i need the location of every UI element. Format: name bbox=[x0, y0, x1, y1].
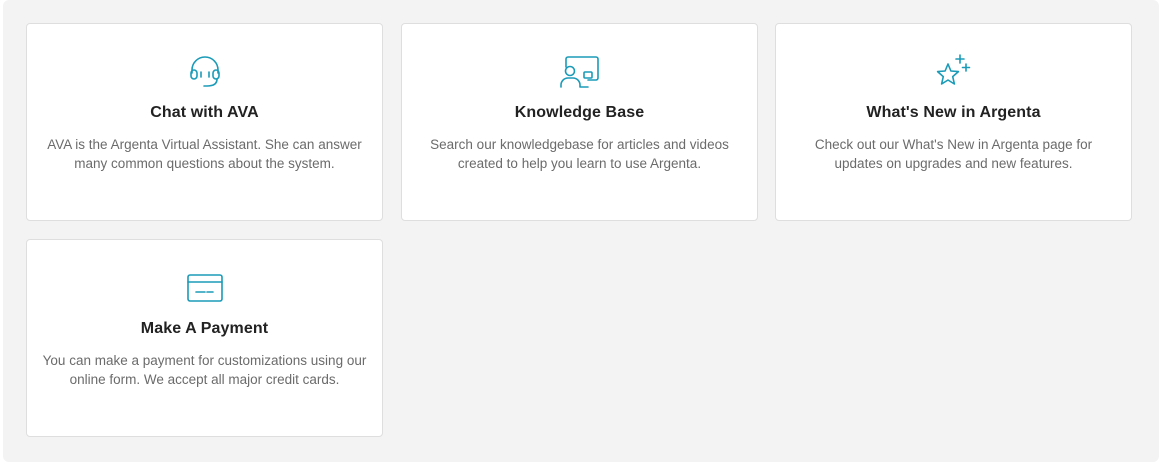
credit-card-icon bbox=[27, 270, 382, 306]
card-description: Check out our What's New in Argenta page… bbox=[814, 137, 1093, 171]
card-description: Search our knowledgebase for articles an… bbox=[430, 137, 729, 171]
presentation-screen-icon bbox=[402, 54, 757, 90]
knowledge-base-card[interactable]: Knowledge Base Search our knowledgebase … bbox=[401, 23, 758, 221]
star-sparkle-icon bbox=[776, 54, 1131, 90]
make-a-payment-card[interactable]: Make A Payment You can make a payment fo… bbox=[26, 239, 383, 437]
help-cards-panel: Chat with AVA AVA is the Argenta Virtual… bbox=[3, 0, 1159, 462]
card-description: AVA is the Argenta Virtual Assistant. Sh… bbox=[47, 137, 362, 171]
chat-with-ava-card[interactable]: Chat with AVA AVA is the Argenta Virtual… bbox=[26, 23, 383, 221]
whats-new-card[interactable]: What's New in Argenta Check out our What… bbox=[775, 23, 1132, 221]
card-title: Knowledge Base bbox=[514, 104, 645, 121]
card-title: Make A Payment bbox=[140, 320, 269, 337]
card-title: Chat with AVA bbox=[150, 104, 259, 121]
card-description: You can make a payment for customization… bbox=[42, 353, 367, 387]
headset-icon bbox=[27, 54, 382, 90]
card-title: What's New in Argenta bbox=[866, 104, 1041, 121]
